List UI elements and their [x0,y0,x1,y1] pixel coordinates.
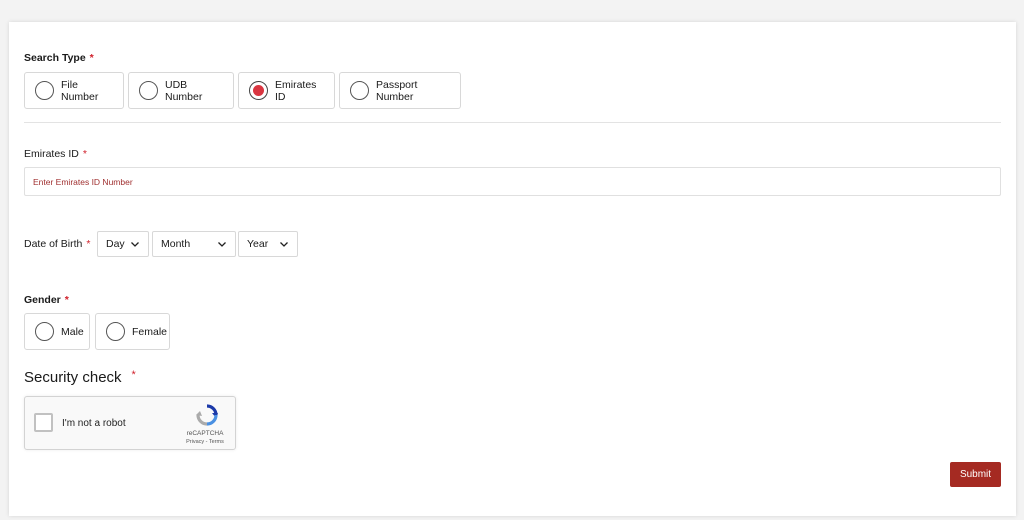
search-form-card: Search Type * File Number UDB Number Emir… [9,22,1016,516]
security-check-heading: Security check * [24,369,136,386]
dob-year-value: Year [247,238,269,250]
divider [24,122,1001,123]
emirates-id-input[interactable] [24,167,1001,196]
radio-icon [350,81,369,100]
search-type-option-emirates-id[interactable]: Emirates ID [238,72,335,109]
option-label: Female [132,325,168,338]
gender-option-female[interactable]: Female [95,313,170,350]
search-type-option-udb-number[interactable]: UDB Number [128,72,234,109]
gender-option-male[interactable]: Male [24,313,90,350]
captcha-privacy-terms-link[interactable]: Privacy - Terms [175,439,235,445]
required-mark: * [82,148,87,160]
date-of-birth-label: Date of Birth * [24,238,91,250]
captcha-label: I'm not a robot [62,418,126,429]
radio-icon [35,322,54,341]
option-label: File Number [61,78,99,103]
submit-button[interactable]: Submit [950,462,1001,487]
dob-year-select[interactable]: Year [238,231,298,257]
required-mark: * [131,369,136,381]
option-label: Male [61,325,84,338]
captcha-checkbox[interactable] [34,413,53,432]
radio-selected-icon [249,81,268,100]
captcha-brand: reCAPTCHA [186,430,224,437]
search-type-option-passport-number[interactable]: Passport Number [339,72,461,109]
search-type-label: Search Type * [24,52,94,64]
radio-icon [106,322,125,341]
option-label: Emirates ID [275,78,317,103]
gender-label: Gender * [24,294,69,306]
required-mark: * [86,238,91,250]
recaptcha-widget: I'm not a robot reCAPTCHA Privacy - Term… [24,396,236,450]
dob-month-select[interactable]: Month [152,231,236,257]
option-label: Passport Number [376,78,418,103]
chevron-down-icon [218,242,226,247]
chevron-down-icon [131,242,139,247]
option-label: UDB Number [165,78,203,103]
emirates-id-label: Emirates ID * [24,148,87,160]
chevron-down-icon [280,242,288,247]
search-type-option-file-number[interactable]: File Number [24,72,124,109]
radio-icon [139,81,158,100]
dob-day-select[interactable]: Day [97,231,149,257]
recaptcha-logo-icon [196,404,218,426]
required-mark: * [89,52,94,64]
dob-day-value: Day [106,238,125,250]
required-mark: * [64,294,69,306]
dob-month-value: Month [161,238,191,250]
radio-icon [35,81,54,100]
